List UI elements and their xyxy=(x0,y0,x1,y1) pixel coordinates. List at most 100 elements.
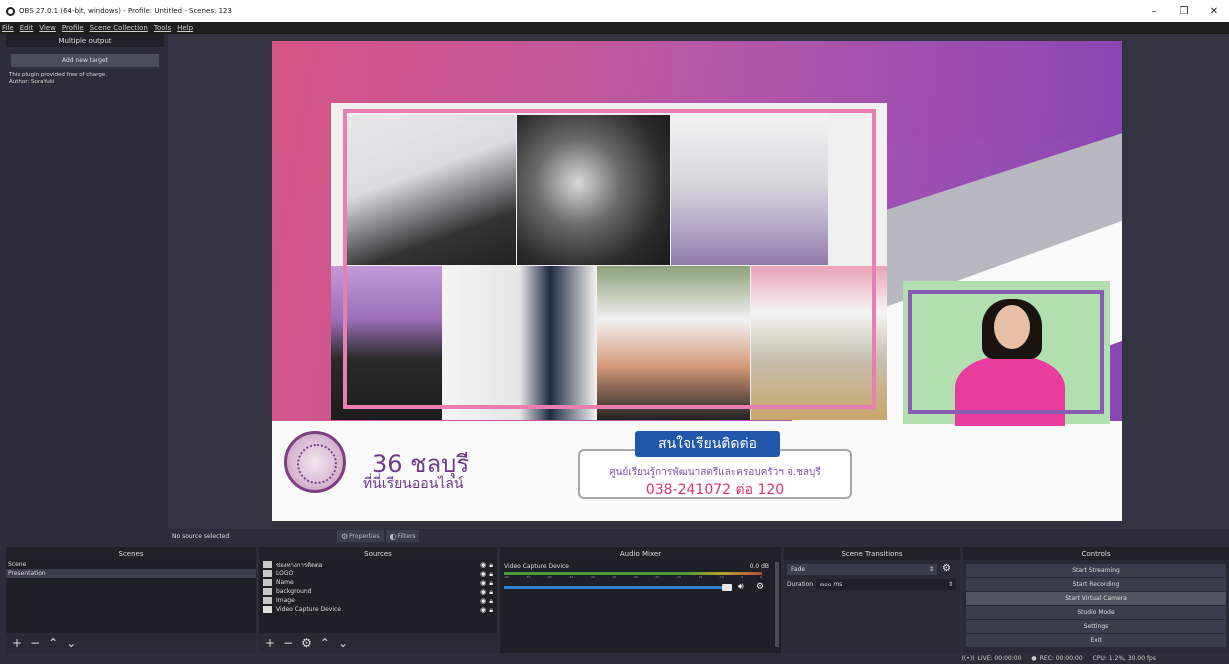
maximize-button[interactable]: ❐ xyxy=(1169,0,1199,22)
duration-input[interactable]: ๓๐๐ ms ⇕ xyxy=(816,579,956,590)
source-item[interactable]: Video Capture Device ◉ 🔒︎ xyxy=(259,605,497,614)
collage-frame xyxy=(343,109,876,409)
sources-footer: + − ⚙ ⌃ ⌄ xyxy=(259,633,497,653)
close-button[interactable]: ✕ xyxy=(1199,0,1229,22)
window-titlebar: OBS 27.0.1 (64-bit, windows) - Profile: … xyxy=(0,0,1229,22)
scene-item-presentation[interactable]: Presentation xyxy=(6,569,256,578)
scale-tick: 0 xyxy=(759,575,762,579)
menu-scene-collection[interactable]: Scene Collection xyxy=(90,24,148,32)
preview-canvas[interactable]: 36 ชลบุรี ที่นี่เรียนออนไลน์ สนใจเรียนติ… xyxy=(272,41,1122,521)
audio-mixer-dock: Audio Mixer Video Capture Device 0.0 dB … xyxy=(500,547,781,653)
live-icon: ((•)) xyxy=(961,655,975,662)
webcam-frame xyxy=(908,290,1104,414)
window-title: OBS 27.0.1 (64-bit, windows) - Profile: … xyxy=(19,7,232,15)
scale-tick: -40 xyxy=(589,575,595,579)
image-icon xyxy=(263,597,272,604)
properties-button[interactable]: ⚙ Properties xyxy=(337,530,384,542)
scene-transitions-title: Scene Transitions xyxy=(784,547,960,560)
mixer-scrollbar[interactable] xyxy=(775,562,779,647)
source-name: Name xyxy=(276,579,294,586)
menu-view[interactable]: View xyxy=(39,24,56,32)
controls-title: Controls xyxy=(963,547,1229,560)
image-icon xyxy=(263,561,272,568)
live-status: LIVE: 00:00:00 xyxy=(977,655,1022,662)
speaker-icon[interactable]: 🔊︎ xyxy=(738,582,744,592)
move-down-icon[interactable]: ⌄ xyxy=(66,636,76,650)
organization-seal-logo xyxy=(284,431,346,493)
sources-dock: Sources ช่องทางการติดต่อ ◉ 🔒︎ LOGO ◉ 🔒︎ Na… xyxy=(259,547,497,653)
exit-button[interactable]: Exit xyxy=(966,634,1226,647)
remove-source-icon[interactable]: − xyxy=(283,636,293,650)
source-name: Image xyxy=(276,597,295,604)
filters-button[interactable]: ◐ Filters xyxy=(385,530,420,542)
scale-tick: -45 xyxy=(568,575,574,579)
mixer-channel-db: 0.0 dB xyxy=(749,563,769,570)
audio-mixer-title: Audio Mixer xyxy=(500,547,781,560)
spinner-icon[interactable]: ⇕ xyxy=(948,579,953,590)
settings-button[interactable]: Settings xyxy=(966,620,1226,633)
minimize-button[interactable]: – xyxy=(1139,0,1169,22)
remove-scene-icon[interactable]: − xyxy=(30,636,40,650)
start-streaming-button[interactable]: Start Streaming xyxy=(966,564,1226,577)
add-source-icon[interactable]: + xyxy=(265,636,275,650)
meter-scale: -60 -55 -50 -45 -40 -35 -30 -25 -20 -15 … xyxy=(504,575,762,579)
plugin-author-text: Author: SoraYuki xyxy=(9,78,55,85)
scenes-list: Scene Presentation xyxy=(6,560,256,633)
source-item[interactable]: Image ◉ 🔒︎ xyxy=(259,596,497,605)
source-name: LOGO xyxy=(276,570,294,577)
source-toolbar: No source selected ⚙ Properties ◐ Filter… xyxy=(168,529,1229,543)
transition-select[interactable]: Fade ⇕ xyxy=(787,564,937,575)
obs-logo-icon xyxy=(6,6,15,16)
eye-icon[interactable]: ◉ xyxy=(480,606,486,615)
move-up-icon[interactable]: ⌃ xyxy=(320,636,330,650)
source-name: Video Capture Device xyxy=(276,606,342,613)
plugin-info: This plugin provided free of charge. Aut… xyxy=(6,72,164,85)
rec-status: REC: 00:00:00 xyxy=(1039,655,1083,662)
image-icon xyxy=(263,579,272,586)
menu-file[interactable]: File xyxy=(2,24,14,32)
sources-title: Sources xyxy=(259,547,497,560)
source-item[interactable]: LOGO ◉ 🔒︎ xyxy=(259,569,497,578)
scenes-title: Scenes xyxy=(6,547,256,560)
move-up-icon[interactable]: ⌃ xyxy=(48,636,58,650)
image-icon xyxy=(263,588,272,595)
menu-tools[interactable]: Tools xyxy=(154,24,171,32)
contact-organization: ศูนย์เรียนรู้การพัฒนาสตรีและครอบครัวฯ จ.… xyxy=(609,467,821,478)
properties-label: Properties xyxy=(349,532,380,540)
scale-tick: -50 xyxy=(546,575,552,579)
start-virtual-camera-button[interactable]: Start Virtual Camera xyxy=(966,592,1226,605)
scene-item-scene[interactable]: Scene xyxy=(6,560,256,569)
move-down-icon[interactable]: ⌄ xyxy=(338,636,348,650)
scale-tick: -55 xyxy=(525,575,531,579)
studio-mode-button[interactable]: Studio Mode xyxy=(966,606,1226,619)
source-item[interactable]: ช่องทางการติดต่อ ◉ 🔒︎ xyxy=(259,560,497,569)
window-controls: – ❐ ✕ xyxy=(1139,0,1229,22)
add-scene-icon[interactable]: + xyxy=(12,636,22,650)
scale-tick: -10 xyxy=(718,575,724,579)
duration-value: ๓๐๐ ms xyxy=(820,581,843,588)
contact-badge: สนใจเรียนติดต่อ xyxy=(635,431,780,457)
source-name: ช่องทางการติดต่อ xyxy=(276,561,323,569)
source-item[interactable]: background ◉ 🔒︎ xyxy=(259,587,497,596)
menu-profile[interactable]: Profile xyxy=(62,24,84,32)
mixer-gear-icon[interactable]: ⚙ xyxy=(756,582,764,592)
transition-settings-gear-icon[interactable]: ⚙ xyxy=(942,563,951,574)
volume-slider[interactable] xyxy=(504,586,730,589)
scale-tick: -60 xyxy=(504,575,509,579)
menu-edit[interactable]: Edit xyxy=(20,24,34,32)
source-item[interactable]: Name ◉ 🔒︎ xyxy=(259,578,497,587)
filter-icon: ◐ xyxy=(389,531,397,541)
multiple-output-title: Multiple output xyxy=(6,34,164,47)
source-settings-icon[interactable]: ⚙ xyxy=(301,636,312,650)
lock-icon[interactable]: 🔒︎ xyxy=(489,606,493,615)
scale-tick: -25 xyxy=(654,575,660,579)
menu-help[interactable]: Help xyxy=(177,24,193,32)
filters-label: Filters xyxy=(397,532,416,540)
volume-slider-handle[interactable] xyxy=(722,584,732,591)
add-new-target-button[interactable]: Add new target xyxy=(11,54,159,67)
start-recording-button[interactable]: Start Recording xyxy=(966,578,1226,591)
contact-phone: 038-241072 ต่อ 120 xyxy=(645,482,785,498)
image-icon xyxy=(263,570,272,577)
audio-mixer-list: Video Capture Device 0.0 dB -60 -55 -50 … xyxy=(500,560,781,653)
sources-list: ช่องทางการติดต่อ ◉ 🔒︎ LOGO ◉ 🔒︎ Name ◉ 🔒︎ b… xyxy=(259,560,497,633)
